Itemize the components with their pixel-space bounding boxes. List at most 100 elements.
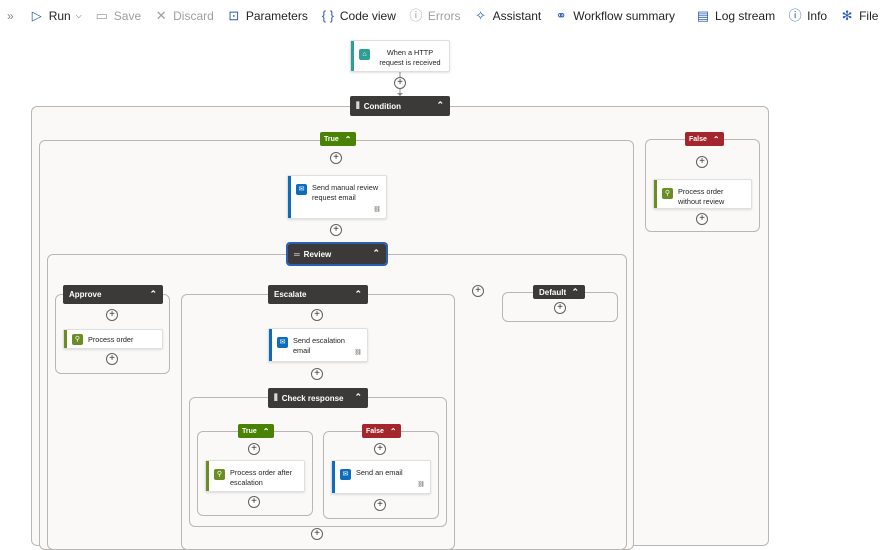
false-label: False: [689, 135, 707, 143]
add-step-button[interactable]: +: [311, 368, 323, 380]
card-accent-bar: [654, 180, 657, 208]
process-order-after-escalation-card[interactable]: ⚲ Process order after escalation: [205, 460, 305, 492]
discard-label: Discard: [173, 9, 214, 23]
chevron-up-icon: ⌃: [344, 134, 352, 144]
review-switch-header[interactable]: ═ Review ⌃: [286, 242, 388, 266]
workflow-icon: ⚭: [555, 8, 567, 23]
discard-button[interactable]: ✕ Discard: [154, 8, 214, 24]
add-step-button[interactable]: +: [248, 443, 260, 455]
chevron-up-icon: ⌃: [354, 392, 362, 402]
approve-case-header[interactable]: Approve ⌃: [63, 285, 163, 304]
close-icon: ✕: [155, 8, 167, 23]
chevron-up-icon: ⌃: [149, 289, 157, 299]
chevron-up-icon: ⌃: [372, 248, 380, 258]
connection-link-icon: ⛓: [354, 350, 362, 356]
chevron-up-icon: ⌃: [571, 287, 579, 297]
workflow-summary-label: Workflow summary: [573, 9, 676, 23]
add-step-button[interactable]: +: [696, 156, 708, 168]
play-icon: ▷: [31, 8, 42, 23]
chevron-up-icon: ⌃: [262, 426, 270, 436]
send-an-email-card[interactable]: ✉ Send an email ⛓: [331, 460, 431, 494]
run-button[interactable]: ▷ Run ⌵: [30, 8, 82, 24]
add-step-button[interactable]: +: [374, 443, 386, 455]
inner-true-label: True: [242, 427, 257, 435]
add-case-button[interactable]: +: [472, 285, 484, 297]
add-step-button[interactable]: +: [106, 309, 118, 321]
connection-link-icon: ⛓: [373, 207, 381, 213]
bug-icon: ✻: [841, 8, 853, 23]
inner-false-label: False: [366, 427, 384, 435]
run-label: Run: [48, 9, 71, 23]
default-case-header[interactable]: Default ⌃: [533, 285, 585, 299]
save-icon: ▭: [95, 8, 108, 23]
errors-label: Errors: [427, 9, 461, 23]
add-step-button[interactable]: +: [696, 213, 708, 225]
escalate-title: Escalate: [274, 290, 307, 299]
function-icon: ⚲: [214, 469, 225, 480]
switch-icon: ═: [294, 249, 300, 259]
info-button[interactable]: ⓘ Info: [788, 9, 828, 24]
add-step-button[interactable]: +: [374, 499, 386, 511]
code-view-label: Code view: [339, 9, 396, 23]
errors-button[interactable]: ⓘ Errors: [409, 9, 461, 24]
review-title: Review: [303, 249, 332, 259]
chevron-up-icon: ⌃: [712, 134, 720, 144]
escalate-case-header[interactable]: Escalate ⌃: [268, 285, 368, 304]
inner-false-badge[interactable]: False ⌃: [362, 424, 401, 438]
inner-true-badge[interactable]: True ⌃: [238, 424, 274, 438]
workflow-summary-button[interactable]: ⚭ Workflow summary: [554, 8, 676, 24]
assistant-button[interactable]: ✧ Assistant: [474, 9, 541, 24]
card-accent-bar: [288, 176, 291, 218]
send-email-card[interactable]: ✉ Send manual review request email ⛓: [287, 175, 387, 219]
inner-true-action-title: Process order after escalation: [230, 468, 293, 487]
check-response-header[interactable]: ⫼ Check response ⌃: [268, 388, 368, 408]
parameters-icon: ⊡: [228, 8, 240, 23]
file-a-bug-button[interactable]: ✻ File a bug: [840, 8, 880, 24]
outlook-icon: ✉: [296, 184, 307, 195]
card-accent-bar: [351, 41, 354, 71]
card-accent-bar: [206, 461, 209, 491]
add-step-button[interactable]: +: [330, 152, 342, 164]
process-order-card[interactable]: ⚲ Process order: [63, 329, 163, 349]
connection-link-icon: ⛓: [417, 482, 425, 488]
add-step-button[interactable]: +: [330, 224, 342, 236]
log-stream-button[interactable]: ▤ Log stream: [696, 8, 775, 24]
check-response-title: Check response: [281, 393, 344, 403]
add-step-button[interactable]: +: [311, 528, 323, 540]
chevron-up-icon: ⌃: [389, 426, 397, 436]
outlook-icon: ✉: [277, 337, 288, 348]
process-order-title: Process order: [88, 335, 134, 344]
file-a-bug-label: File a bug: [859, 9, 880, 23]
add-step-button[interactable]: +: [394, 77, 406, 89]
card-accent-bar: [64, 330, 67, 348]
add-step-button[interactable]: +: [248, 496, 260, 508]
save-button[interactable]: ▭ Save: [95, 8, 142, 24]
outlook-icon: ✉: [340, 469, 351, 480]
condition-icon: ⫼: [274, 393, 278, 402]
add-step-button[interactable]: +: [106, 353, 118, 365]
email-action-title: Send manual review request email: [312, 183, 379, 202]
parameters-button[interactable]: ⊡ Parameters: [227, 8, 308, 24]
add-step-button[interactable]: +: [554, 302, 566, 314]
escalation-email-title: Send escalation email: [293, 336, 345, 355]
card-accent-bar: [269, 329, 272, 361]
expand-panel-icon[interactable]: »: [7, 9, 14, 23]
log-icon: ▤: [696, 8, 710, 23]
parameters-label: Parameters: [245, 9, 308, 23]
false-branch-badge[interactable]: False ⌃: [685, 132, 724, 146]
send-escalation-email-card[interactable]: ✉ Send escalation email ⛓: [268, 328, 368, 362]
chevron-down-icon: ⌵: [75, 11, 82, 20]
condition-icon: ⫼: [356, 101, 360, 110]
true-branch-badge[interactable]: True ⌃: [320, 132, 356, 146]
add-step-button[interactable]: +: [311, 309, 323, 321]
inner-false-action-title: Send an email: [356, 468, 403, 477]
http-request-icon: ⌂: [359, 49, 370, 60]
save-label: Save: [113, 9, 142, 23]
designer-canvas[interactable]: ⌂ When a HTTP request is received + ⫼ Co…: [0, 32, 880, 550]
http-trigger-card[interactable]: ⌂ When a HTTP request is received: [350, 40, 450, 72]
condition-header[interactable]: ⫼ Condition ⌃: [350, 96, 450, 116]
false-action-title: Process order without review: [678, 187, 725, 206]
chevron-up-icon: ⌃: [354, 289, 362, 299]
code-view-button[interactable]: { } Code view: [321, 9, 396, 24]
process-order-without-review-card[interactable]: ⚲ Process order without review: [653, 179, 752, 209]
